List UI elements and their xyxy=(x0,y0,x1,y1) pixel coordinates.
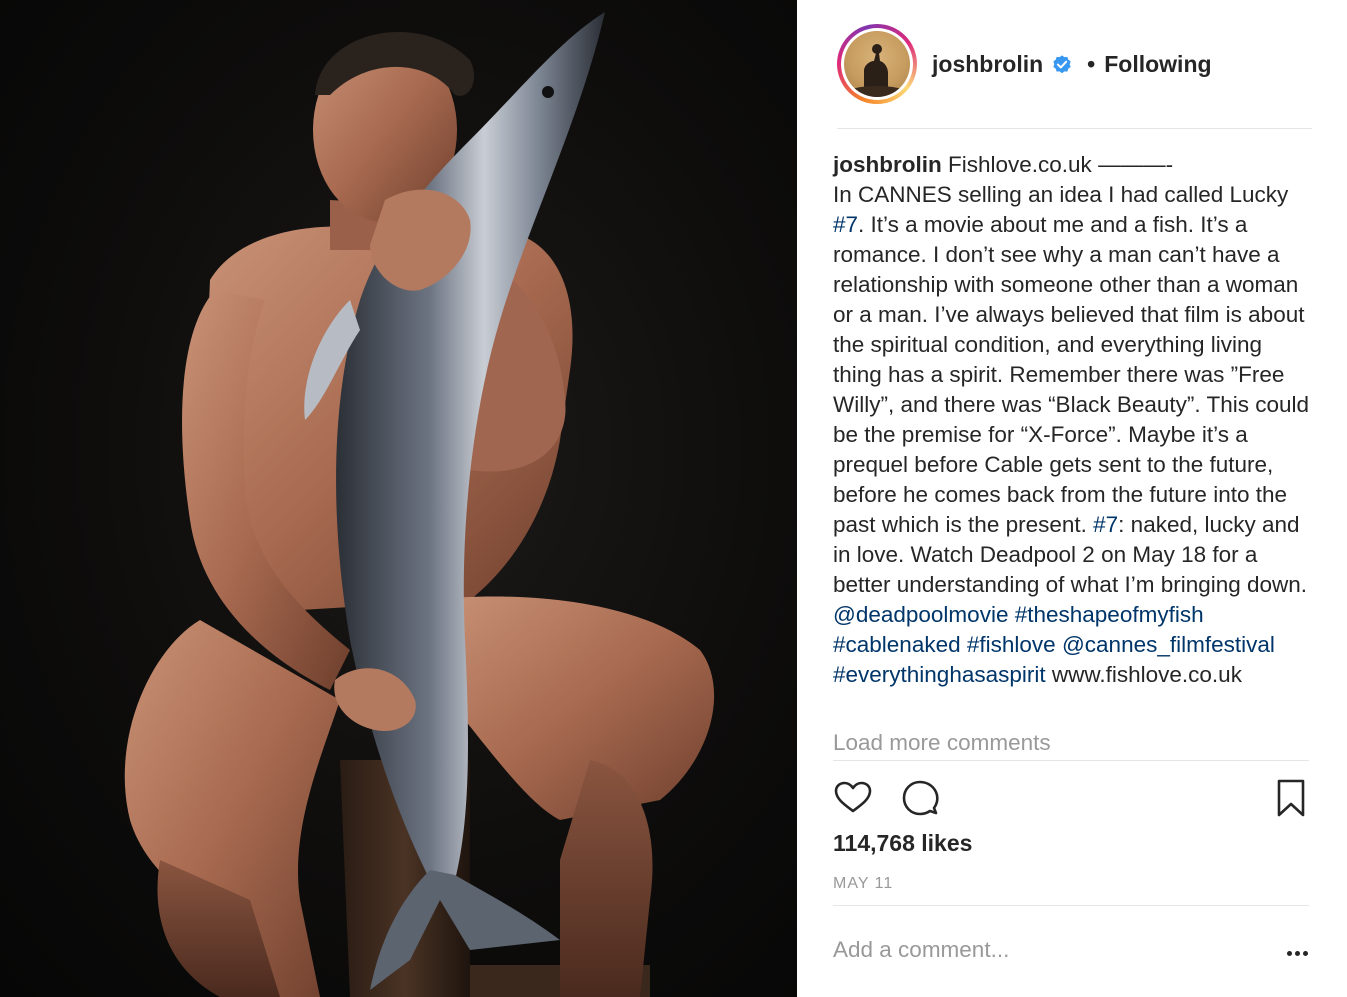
caption-text-segment: In CANNES selling an idea I had called L… xyxy=(833,182,1289,207)
avatar[interactable] xyxy=(837,24,917,104)
avatar-silhouette-icon xyxy=(852,44,902,97)
post-caption: joshbrolin Fishlove.co.uk ———- In CANNES … xyxy=(833,150,1317,690)
mention-link[interactable]: @cannes_filmfestival xyxy=(1062,632,1275,657)
caption-text-segment: Fishlove.co.uk ———- xyxy=(941,152,1174,177)
post-photo[interactable] xyxy=(0,0,797,997)
load-more-comments-button[interactable]: Load more comments xyxy=(833,730,1051,756)
heart-icon[interactable] xyxy=(833,778,873,818)
hashtag-link[interactable]: #theshapeofmyfish xyxy=(1015,602,1204,627)
more-dots-icon[interactable] xyxy=(1277,938,1317,968)
comment-bubble-icon[interactable] xyxy=(900,778,940,818)
avatar-border xyxy=(841,28,913,100)
post-date: MAY 11 xyxy=(833,875,894,892)
caption-text-segment: . It’s a movie about me and a fish. It’s… xyxy=(833,212,1310,537)
bookmark-icon[interactable] xyxy=(1271,778,1311,818)
hashtag-link[interactable]: #everythinghasaspirit xyxy=(833,662,1046,687)
header-meta: joshbrolin • Following xyxy=(932,51,1212,78)
hashtag-link[interactable]: #fishlove xyxy=(967,632,1056,657)
divider xyxy=(833,760,1309,761)
hashtag-link[interactable]: #7 xyxy=(833,212,858,237)
caption-text-segment: www.fishlove.co.uk xyxy=(1045,662,1242,687)
separator-dot: • xyxy=(1087,51,1096,77)
likes-count[interactable]: 114,768 likes xyxy=(833,830,972,857)
photo-illustration xyxy=(124,12,715,997)
following-button[interactable]: Following xyxy=(1104,51,1211,78)
caption-username[interactable]: joshbrolin xyxy=(833,152,942,177)
instagram-post: joshbrolin • Following joshbrolin Fishlo… xyxy=(0,0,1347,997)
hashtag-link[interactable]: #cablenaked xyxy=(833,632,961,657)
avatar-image xyxy=(844,31,910,97)
hashtag-link[interactable]: #7 xyxy=(1093,512,1118,537)
mention-link[interactable]: @deadpoolmovie xyxy=(833,602,1008,627)
divider xyxy=(833,905,1309,906)
post-actions xyxy=(833,778,1309,818)
author-username[interactable]: joshbrolin xyxy=(932,51,1043,78)
caption-text: Fishlove.co.uk ———- In CANNES selling an … xyxy=(833,152,1309,687)
add-comment-input[interactable] xyxy=(833,932,1253,968)
post-side-panel: joshbrolin • Following joshbrolin Fishlo… xyxy=(797,0,1347,997)
post-header: joshbrolin • Following xyxy=(837,24,1312,129)
verified-badge-icon xyxy=(1051,54,1073,76)
